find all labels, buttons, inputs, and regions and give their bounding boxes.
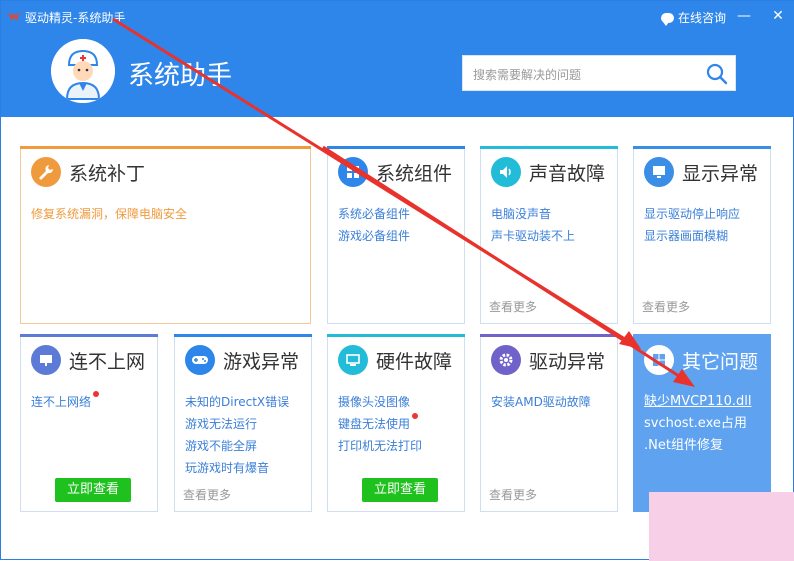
see-more-link[interactable]: 查看更多 — [642, 298, 690, 315]
card-title: 系统补丁 — [69, 162, 146, 185]
speaker-icon — [491, 157, 521, 187]
see-more-link[interactable]: 查看更多 — [489, 486, 537, 503]
card-display-error[interactable]: 显示异常 显示驱动停止响应 显示器画面模糊 查看更多 — [633, 146, 771, 324]
card-link[interactable]: 修复系统漏洞，保障电脑安全 — [31, 203, 187, 225]
card-accent-bar — [633, 146, 771, 149]
card-title: 硬件故障 — [376, 350, 453, 373]
card-network[interactable]: 连不上网 连不上网络 立即查看 — [20, 334, 158, 512]
card-link[interactable]: 电脑没声音 — [491, 203, 575, 225]
card-link[interactable]: 系统必备组件 — [338, 203, 410, 225]
app-window: 驱动精灵-系统助手 在线咨询 — ✕ 系统助手 搜索需要解决的问题 系统补丁 修… — [0, 0, 794, 561]
hardware-icon — [338, 345, 368, 375]
components-icon — [338, 157, 368, 187]
card-sound-fault[interactable]: 声音故障 电脑没声音 声卡驱动装不上 查看更多 — [480, 146, 618, 324]
card-link[interactable]: 游戏不能全屏 — [185, 435, 289, 457]
close-button[interactable]: ✕ — [769, 7, 787, 25]
card-accent-bar — [480, 334, 618, 337]
card-driver-error[interactable]: 驱动异常 安装AMD驱动故障 查看更多 — [480, 334, 618, 512]
card-system-patch[interactable]: 系统补丁 修复系统漏洞，保障电脑安全 — [20, 146, 311, 324]
brand-title: 系统助手 — [128, 61, 233, 91]
card-link[interactable]: 连不上网络 — [31, 391, 100, 413]
card-link[interactable]: 游戏必备组件 — [338, 225, 410, 247]
doctor-avatar-icon — [51, 39, 115, 103]
see-more-link[interactable]: 查看更多 — [183, 486, 231, 503]
search-icon[interactable] — [705, 62, 729, 86]
card-link[interactable]: 未知的DirectX错误 — [185, 391, 289, 413]
chat-bubble-icon — [661, 12, 674, 26]
windows-icon — [644, 345, 674, 375]
card-system-components[interactable]: 系统组件 系统必备组件 游戏必备组件 — [327, 146, 465, 324]
card-accent-bar — [327, 334, 465, 337]
card-title: 其它问题 — [682, 350, 759, 373]
gear-icon — [491, 345, 521, 375]
red-dot-badge — [412, 413, 419, 419]
monitor-icon — [644, 157, 674, 187]
link-text: 连不上网络 — [31, 395, 92, 409]
card-link[interactable]: 安装AMD驱动故障 — [491, 391, 591, 413]
card-link[interactable]: .Net组件修复 — [644, 435, 751, 457]
app-logo-icon — [7, 11, 21, 21]
link-text: 键盘无法使用 — [338, 417, 411, 431]
card-game-error[interactable]: 游戏异常 未知的DirectX错误 游戏无法运行 游戏不能全屏 玩游戏时有爆音 … — [174, 334, 312, 512]
card-title: 声音故障 — [529, 162, 606, 185]
search-input[interactable] — [471, 64, 705, 86]
card-link[interactable]: 缺少MVCP110.dll — [644, 391, 751, 413]
window-title: 驱动精灵-系统助手 — [25, 11, 126, 25]
card-accent-bar — [174, 334, 312, 337]
minimize-button[interactable]: — — [735, 7, 753, 25]
card-link[interactable]: 玩游戏时有爆音 — [185, 457, 289, 479]
card-accent-bar — [480, 146, 618, 149]
overlay-patch — [649, 492, 794, 561]
card-link[interactable]: 显示器画面模糊 — [644, 225, 740, 247]
title-bar: 驱动精灵-系统助手 在线咨询 — ✕ — [1, 1, 794, 31]
card-title: 游戏异常 — [223, 350, 300, 373]
card-link[interactable]: 打印机无法打印 — [338, 435, 422, 457]
gamepad-icon — [185, 345, 215, 375]
card-title: 连不上网 — [69, 350, 146, 373]
card-other-issues[interactable]: 其它问题 缺少MVCP110.dll svchost.exe占用 .Net组件修… — [633, 334, 771, 512]
network-icon — [31, 345, 61, 375]
card-accent-bar — [20, 146, 311, 149]
card-link[interactable]: 游戏无法运行 — [185, 413, 289, 435]
view-now-button[interactable]: 立即查看 — [55, 478, 131, 502]
card-link[interactable]: 摄像头没图像 — [338, 391, 422, 413]
header: 驱动精灵-系统助手 在线咨询 — ✕ 系统助手 — [1, 1, 794, 117]
wrench-icon — [31, 157, 61, 187]
card-link[interactable]: 声卡驱动装不上 — [491, 225, 575, 247]
view-now-button[interactable]: 立即查看 — [362, 478, 438, 502]
red-dot-badge — [93, 391, 100, 397]
online-consult-link[interactable]: 在线咨询 — [661, 9, 726, 26]
card-title: 系统组件 — [376, 162, 453, 185]
search-box — [462, 55, 736, 91]
card-link[interactable]: svchost.exe占用 — [644, 413, 751, 435]
card-link[interactable]: 显示驱动停止响应 — [644, 203, 740, 225]
card-hardware-fault[interactable]: 硬件故障 摄像头没图像 键盘无法使用 打印机无法打印 立即查看 — [327, 334, 465, 512]
card-accent-bar — [20, 334, 158, 337]
card-accent-bar — [327, 146, 465, 149]
online-consult-label: 在线咨询 — [678, 11, 727, 25]
card-title: 驱动异常 — [529, 350, 606, 373]
card-title: 显示异常 — [682, 162, 759, 185]
see-more-link[interactable]: 查看更多 — [489, 298, 537, 315]
card-link[interactable]: 键盘无法使用 — [338, 413, 422, 435]
